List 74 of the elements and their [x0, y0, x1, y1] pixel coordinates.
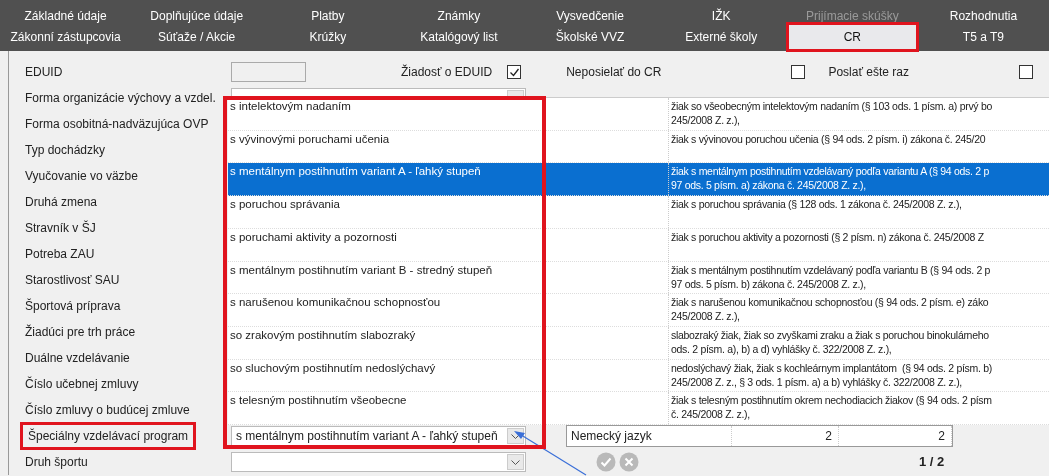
checkbox[interactable] [791, 65, 806, 79]
tab[interactable]: Zákonní zástupcovia [0, 25, 132, 49]
field-label: Druhá zmena [25, 194, 98, 211]
field-label: EDUID [25, 64, 63, 81]
field-label: Forma osobitná-nadväzujúca OVP [25, 116, 209, 133]
field-label: Forma organizácie výchovy a vzdel. [25, 90, 216, 107]
field-label: Stravník v ŠJ [25, 219, 96, 237]
field-label: Žiadúci pre trh práce [25, 323, 136, 341]
tab[interactable]: Súťaže / Akcie [131, 25, 263, 49]
dropdown-option[interactable]: s telesným postihnutím všeobecne žiak s telesným postihnutím okrem nechodiacich žiakov (§ 94 ods. 2 písm č. 245/2008 Z. z.), [228, 392, 1049, 426]
combo-box[interactable]: s mentálnym postihnutím variant A - ľahký stupeň [231, 426, 526, 446]
checkbox[interactable] [507, 65, 522, 79]
option-description: slabozraký žiak, žiak so zvyškami zraku a žiak s poruchou binokulárneho ods. 2 písm. a), b) a d) vyhlášky č. 322/2008 Z. z.), [668, 326, 1049, 359]
checkbox[interactable] [1018, 65, 1033, 79]
field-label: Športová príprava [25, 297, 121, 315]
field-label: Potreba ZAU [25, 246, 95, 263]
dropdown-option[interactable]: so zrakovým postihnutím slabozraký slabozraký žiak, žiak so zvyškami zraku a žiak s poruchou binokulárneho ods. 2 písm. a), b) a d) vyhlášky č. 322/2008 Z. z.), [228, 326, 1049, 360]
field-label: Starostlivosť SAU [25, 272, 120, 289]
field-label: Duálne vzdelávanie [25, 350, 130, 367]
field-label: Číslo zmluvy o budúcej zmluve [25, 401, 190, 419]
tab[interactable]: Školské VVZ [524, 25, 656, 49]
tab[interactable]: Vysvedčenie [524, 7, 656, 25]
option-description: žiak s poruchou aktivity a pozornosti (§ 2 písm. n) zákona č. 245/2008 Z [668, 228, 1049, 261]
option-description: žiak s mentálnym postihnutím vzdelávaný podľa variantu A (§ 94 ods. 2 p 97 ods. 5 písm. a) zákona č. 245/2008 Z. z.), [668, 163, 1049, 196]
tab[interactable]: Základné údaje [0, 7, 132, 25]
dropdown-option[interactable]: s narušenou komunikačnou schopnosťou žiak s narušenou komunikačnou schopnosťou (§ 94 ods. 2 písm. e) záko 245/2008 Z. z.), [228, 294, 1049, 327]
dropdown-option[interactable]: so sluchovým postihnutím nedoslýchavý nedoslýchavý žiak, žiak s kochleárnym implantátom (§ 94 ods. 2 písm. b) 245/2008 Z. z., § 3 ods. 1 písm. a) a b) vyhlášky č. 322/2008 Z. z.), [228, 359, 1049, 393]
option-description: žiak s vývinovou poruchou učenia (§ 94 ods. 2 písm. i) zákona č. 245/20 [668, 130, 1049, 163]
grid-cell: 2 [732, 426, 839, 446]
tab[interactable]: IŽK [655, 7, 787, 25]
eduid-field[interactable] [231, 62, 306, 82]
checkbox-label: Žiadosť o EDUID [401, 63, 493, 81]
tab[interactable]: Externé školy [655, 25, 787, 49]
field-label: Číslo učebnej zmluvy [25, 375, 139, 393]
tab[interactable]: T5 a T9 [917, 25, 1049, 49]
checkbox-label: Neposielať do CR [566, 64, 662, 81]
option-label: so sluchovým postihnutím nedoslýchavý [229, 360, 437, 376]
checkbox-label: Poslať ešte raz [828, 64, 909, 81]
tab[interactable]: Známky [393, 7, 525, 25]
tab[interactable]: CR [788, 25, 916, 49]
option-label: s poruchami aktivity a pozornosti [229, 229, 398, 245]
field-label: Druh športu [25, 454, 88, 471]
option-label: s narušenou komunikačnou schopnosťou [229, 295, 442, 311]
option-description: žiak s narušenou komunikačnou schopnosťou (§ 94 ods. 2 písm. e) záko 245/2008 Z. z.), [668, 294, 1049, 326]
chevron-down-icon [511, 459, 520, 465]
option-description: žiak so všeobecným intelektovým nadaním (§ 103 ods. 1 písm. a) prvý bo 245/2008 Z. z.), [668, 98, 1049, 130]
dropdown-option[interactable]: s mentálnym postihnutím variant B - stredný stupeň žiak s mentálnym postihnutím vzdelávaný podľa variantu B (§ 94 ods. 2 p 97 ods. 5 písm. b) zákona č. 245/2008 Z. z.), [228, 261, 1049, 295]
tab[interactable]: Doplňujúce údaje [131, 7, 263, 25]
grid-cell: Nemecký jazyk [567, 426, 732, 446]
tab[interactable]: Katalógový list [393, 25, 525, 49]
dropdown-option[interactable]: s mentálnym postihnutím variant A - ľahký stupeň žiak s mentálnym postihnutím vzdelávaný podľa variantu A (§ 94 ods. 2 p 97 ods. 5 písm. a) zákona č. 245/2008 Z. z.), [228, 163, 1049, 197]
tab[interactable]: Rozhodnutia [917, 7, 1049, 25]
dropdown-option[interactable]: s poruchami aktivity a pozornosti žiak s poruchou aktivity a pozornosti (§ 2 písm. n) zákona č. 245/2008 Z [228, 228, 1049, 262]
field-label: Typ dochádzky [25, 142, 106, 159]
option-label: s mentálnym postihnutím variant B - stredný stupeň [229, 262, 494, 278]
field-label: Špeciálny vzdelávací program [20, 422, 197, 450]
tab[interactable]: Krúžky [262, 25, 394, 49]
option-label: s poruchou správania [229, 197, 341, 213]
dropdown-option[interactable]: s intelektovým nadaním žiak so všeobecným intelektovým nadaním (§ 103 ods. 1 písm. a) prvý bo 245/2008 Z. z.), [228, 98, 1049, 131]
tab[interactable]: Platby [262, 7, 394, 25]
option-label: s mentálnym postihnutím variant A - ľahký stupeň [229, 164, 482, 180]
field-label: Vyučovanie vo väzbe [25, 168, 138, 185]
page-indicator: 1 / 2 [919, 453, 945, 472]
option-description: žiak s poruchou správania (§ 128 ods. 1 zákona č. 245/2008 Z. z.), [668, 196, 1049, 228]
option-label: so zrakovým postihnutím slabozraký [229, 327, 417, 343]
option-label: s intelektovým nadaním [229, 99, 352, 114]
option-description: nedoslýchavý žiak, žiak s kochleárnym implantátom (§ 94 ods. 2 písm. b) 245/2008 Z. z., § 3 ods. 1 písm. a) a b) vyhlášky č. 322/2008 Z. z.), [668, 359, 1049, 392]
option-description: žiak s mentálnym postihnutím vzdelávaný podľa variantu B (§ 94 ods. 2 p 97 ods. 5 písm. b) zákona č. 245/2008 Z. z.), [668, 261, 1049, 294]
dropdown-option[interactable]: s poruchou správania žiak s poruchou správania (§ 128 ods. 1 zákona č. 245/2008 Z. z.), [228, 196, 1049, 229]
grid-cell: 2 [839, 426, 952, 446]
option-description: žiak s telesným postihnutím okrem nechodiacich žiakov (§ 94 ods. 2 písm č. 245/2008 Z. z.), [668, 392, 1049, 425]
option-label: s vývinovými poruchami učenia [229, 131, 391, 147]
option-label: s telesným postihnutím všeobecne [229, 393, 408, 409]
dropdown-button[interactable] [507, 454, 524, 470]
